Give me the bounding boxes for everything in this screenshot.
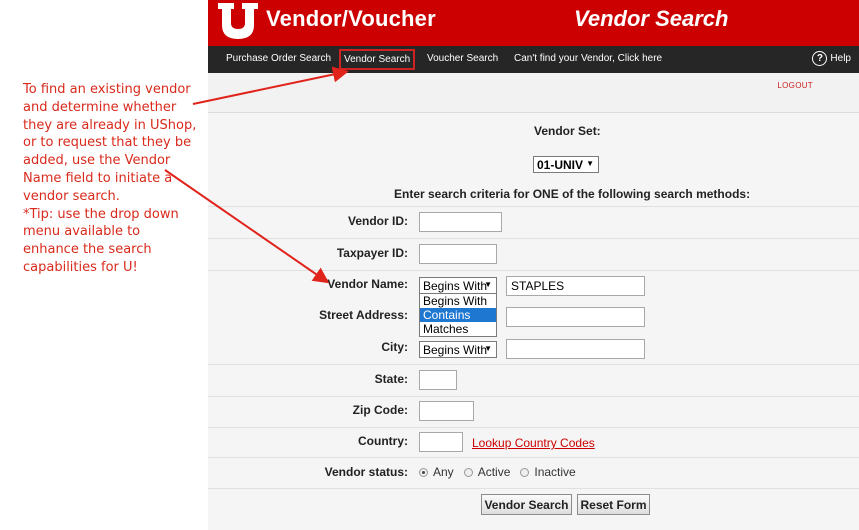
operator-option-contains[interactable]: Contains bbox=[420, 308, 496, 322]
annotation-line: menu available to bbox=[23, 224, 141, 240]
criteria-heading: Enter search criteria for ONE of the fol… bbox=[394, 187, 751, 201]
header-banner: Vendor/Voucher Vendor Search bbox=[208, 0, 859, 46]
status-inactive-radio[interactable] bbox=[520, 467, 530, 477]
annotation-line: To find an existing vendor bbox=[23, 82, 191, 97]
app-title: Vendor/Voucher bbox=[266, 6, 436, 31]
status-active-label: Active bbox=[477, 465, 511, 479]
street-address-input[interactable] bbox=[506, 307, 645, 327]
annotation-line: capabilities for U! bbox=[23, 259, 138, 275]
city-operator-select[interactable]: Begins With ▼ bbox=[419, 341, 497, 358]
row-divider bbox=[208, 364, 859, 365]
top-navigation: Purchase Order Search Vendor Search Vouc… bbox=[208, 46, 859, 73]
vendor-name-operator-select[interactable]: Begins With ▼ bbox=[419, 277, 497, 294]
row-divider bbox=[208, 457, 859, 458]
dropdown-arrow-icon: ▼ bbox=[484, 344, 492, 353]
vendor-id-input[interactable] bbox=[419, 212, 502, 232]
logout-link[interactable]: LOGOUT bbox=[777, 81, 813, 90]
operator-option-matches[interactable]: Matches bbox=[420, 322, 496, 336]
country-label: Country: bbox=[358, 434, 408, 448]
annotation-callout: To find an existing vendor and determine… bbox=[23, 81, 208, 277]
city-operator-value: Begins With bbox=[423, 343, 488, 357]
vendor-id-label: Vendor ID: bbox=[347, 214, 408, 228]
annotation-line: vendor search. bbox=[23, 188, 120, 204]
reset-form-button[interactable]: Reset Form bbox=[577, 494, 650, 515]
annotation-line: enhance the search bbox=[23, 242, 152, 258]
taxpayer-id-label: Taxpayer ID: bbox=[336, 246, 408, 260]
state-input[interactable] bbox=[419, 370, 457, 390]
annotation-line: Name field to initiate a bbox=[23, 170, 173, 186]
status-inactive-label: Inactive bbox=[534, 465, 576, 479]
dropdown-arrow-icon: ▼ bbox=[484, 280, 492, 289]
row-divider bbox=[208, 270, 859, 271]
street-address-label: Street Address: bbox=[319, 308, 408, 322]
row-divider bbox=[208, 238, 859, 239]
annotation-line: added, use the Vendor bbox=[23, 153, 171, 169]
vendor-set-label: Vendor Set: bbox=[534, 124, 601, 138]
operator-option-begins-with[interactable]: Begins With bbox=[420, 294, 496, 308]
page-title: Vendor Search bbox=[574, 6, 729, 31]
dropdown-arrow-icon: ▼ bbox=[586, 159, 594, 168]
nav-voucher-search[interactable]: Voucher Search bbox=[427, 53, 498, 64]
lookup-country-codes-link[interactable]: Lookup Country Codes bbox=[472, 436, 595, 450]
zip-code-label: Zip Code: bbox=[352, 403, 408, 417]
status-any-label: Any bbox=[433, 465, 454, 479]
taxpayer-id-input[interactable] bbox=[419, 244, 497, 264]
annotation-line: they are already in UShop, bbox=[23, 117, 197, 133]
operator-dropdown-list: Begins With Contains Matches bbox=[419, 293, 497, 337]
vendor-name-input[interactable]: STAPLES bbox=[506, 276, 645, 296]
vendor-set-value: 01-UNIV bbox=[537, 158, 584, 172]
city-input[interactable] bbox=[506, 339, 645, 359]
row-divider bbox=[208, 396, 859, 397]
vendor-search-app: Vendor/Voucher Vendor Search Purchase Or… bbox=[208, 0, 859, 530]
status-active-radio[interactable] bbox=[463, 467, 473, 477]
status-any-radio[interactable] bbox=[419, 467, 428, 477]
vendor-status-radio-group: Any Active Inactive bbox=[419, 465, 586, 479]
vendor-name-operator-value: Begins With bbox=[423, 279, 488, 293]
vendor-status-label: Vendor status: bbox=[324, 465, 408, 479]
nav-cant-find-vendor[interactable]: Can't find your Vendor, Click here bbox=[514, 53, 662, 64]
nav-vendor-search[interactable]: Vendor Search bbox=[338, 49, 416, 70]
annotation-line: and determine whether bbox=[23, 99, 177, 115]
annotation-line: or to request that they be bbox=[23, 135, 192, 151]
row-divider bbox=[208, 488, 859, 489]
nav-purchase-order-search[interactable]: Purchase Order Search bbox=[226, 53, 331, 64]
help-button[interactable]: ? Help bbox=[812, 51, 851, 66]
vendor-search-button[interactable]: Vendor Search bbox=[481, 494, 572, 515]
vendor-name-label: Vendor Name: bbox=[327, 277, 408, 291]
city-label: City: bbox=[381, 340, 408, 354]
help-icon: ? bbox=[812, 51, 828, 66]
vendor-set-select[interactable]: 01-UNIV ▼ bbox=[533, 156, 599, 173]
state-label: State: bbox=[374, 372, 408, 386]
help-label: Help bbox=[830, 53, 851, 64]
zip-code-input[interactable] bbox=[419, 401, 474, 421]
row-divider bbox=[208, 427, 859, 428]
row-divider bbox=[208, 206, 859, 207]
university-u-logo-icon bbox=[218, 3, 258, 39]
annotation-line: *Tip: use the drop down bbox=[23, 206, 179, 222]
country-input[interactable] bbox=[419, 432, 463, 452]
